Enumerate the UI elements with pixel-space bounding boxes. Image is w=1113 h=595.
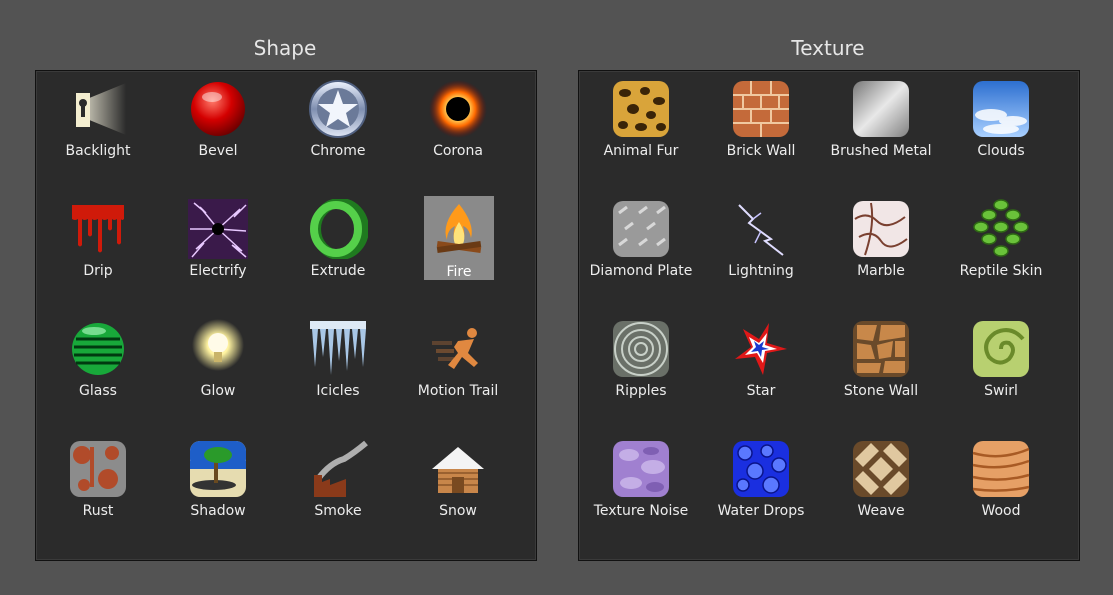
star-icon bbox=[731, 319, 791, 379]
texture-panel: Animal Fur Brick Wall Brushed Metal Clou… bbox=[578, 70, 1080, 561]
texture-tile-brushed-metal[interactable]: Brushed Metal bbox=[831, 71, 932, 171]
shape-tile-glass[interactable]: Glass bbox=[48, 311, 148, 411]
shape-tile-motion-trail[interactable]: Motion Trail bbox=[408, 311, 508, 411]
brushed-metal-icon bbox=[851, 79, 911, 139]
shape-tile-drip[interactable]: Drip bbox=[48, 191, 148, 291]
texture-tile-wood[interactable]: Wood bbox=[951, 431, 1051, 531]
wood-icon bbox=[971, 439, 1031, 499]
texture-tile-animal-fur[interactable]: Animal Fur bbox=[591, 71, 691, 171]
texture-tile-star[interactable]: Star bbox=[711, 311, 811, 411]
texture-panel-title: Texture bbox=[791, 36, 865, 60]
texture-tile-texture-noise[interactable]: Texture Noise bbox=[591, 431, 691, 531]
swirl-icon bbox=[971, 319, 1031, 379]
shape-tile-smoke[interactable]: Smoke bbox=[288, 431, 388, 531]
brick-wall-icon bbox=[731, 79, 791, 139]
texture-tile-lightning[interactable]: Lightning bbox=[711, 191, 811, 291]
shape-tile-icicles[interactable]: Icicles bbox=[288, 311, 388, 411]
texture-tile-brick-wall[interactable]: Brick Wall bbox=[711, 71, 811, 171]
icicles-icon bbox=[308, 319, 368, 379]
texture-noise-icon bbox=[611, 439, 671, 499]
shape-tile-corona[interactable]: Corona bbox=[408, 71, 508, 171]
corona-icon bbox=[428, 79, 488, 139]
rust-icon bbox=[68, 439, 128, 499]
animal-fur-icon bbox=[611, 79, 671, 139]
smoke-icon bbox=[308, 439, 368, 499]
shape-tile-extrude[interactable]: Extrude bbox=[288, 191, 388, 291]
lightning-icon bbox=[731, 199, 791, 259]
water-drops-icon bbox=[731, 439, 791, 499]
reptile-skin-icon bbox=[971, 199, 1031, 259]
texture-tile-weave[interactable]: Weave bbox=[831, 431, 931, 531]
shape-tile-backlight[interactable]: Backlight bbox=[48, 71, 148, 171]
electrify-icon bbox=[188, 199, 248, 259]
snow-icon bbox=[428, 439, 488, 499]
glass-icon bbox=[68, 319, 128, 379]
shadow-icon bbox=[188, 439, 248, 499]
shape-tile-snow[interactable]: Snow bbox=[408, 431, 508, 531]
texture-tile-marble[interactable]: Marble bbox=[831, 191, 931, 291]
glow-icon bbox=[188, 319, 248, 379]
marble-icon bbox=[851, 199, 911, 259]
chrome-icon bbox=[308, 79, 368, 139]
texture-tile-clouds[interactable]: Clouds bbox=[951, 71, 1051, 171]
shape-tile-electrify[interactable]: Electrify bbox=[168, 191, 268, 291]
motion-trail-icon bbox=[428, 319, 488, 379]
shape-tile-bevel[interactable]: Bevel bbox=[168, 71, 268, 171]
shape-panel-title: Shape bbox=[253, 36, 317, 60]
backlight-icon bbox=[68, 79, 128, 139]
texture-tile-stone-wall[interactable]: Stone Wall bbox=[831, 311, 931, 411]
diamond-plate-icon bbox=[611, 199, 671, 259]
fire-icon bbox=[429, 200, 489, 260]
shape-tile-shadow[interactable]: Shadow bbox=[168, 431, 268, 531]
clouds-icon bbox=[971, 79, 1031, 139]
extrude-icon bbox=[308, 199, 368, 259]
weave-icon bbox=[851, 439, 911, 499]
texture-tile-diamond-plate[interactable]: Diamond Plate bbox=[590, 191, 692, 291]
shape-tile-chrome[interactable]: Chrome bbox=[288, 71, 388, 171]
ripples-icon bbox=[611, 319, 671, 379]
texture-tile-water-drops[interactable]: Water Drops bbox=[711, 431, 811, 531]
texture-tile-ripples[interactable]: Ripples bbox=[591, 311, 691, 411]
shape-panel: Backlight Bevel Chrome Corona Drip Elect… bbox=[35, 70, 537, 561]
stone-wall-icon bbox=[851, 319, 911, 379]
texture-tile-swirl[interactable]: Swirl bbox=[951, 311, 1051, 411]
shape-tile-glow[interactable]: Glow bbox=[168, 311, 268, 411]
texture-tile-reptile-skin[interactable]: Reptile Skin bbox=[951, 191, 1051, 291]
drip-icon bbox=[68, 199, 128, 259]
shape-tile-rust[interactable]: Rust bbox=[48, 431, 148, 531]
shape-tile-fire[interactable]: Fire bbox=[424, 196, 494, 280]
bevel-icon bbox=[188, 79, 248, 139]
